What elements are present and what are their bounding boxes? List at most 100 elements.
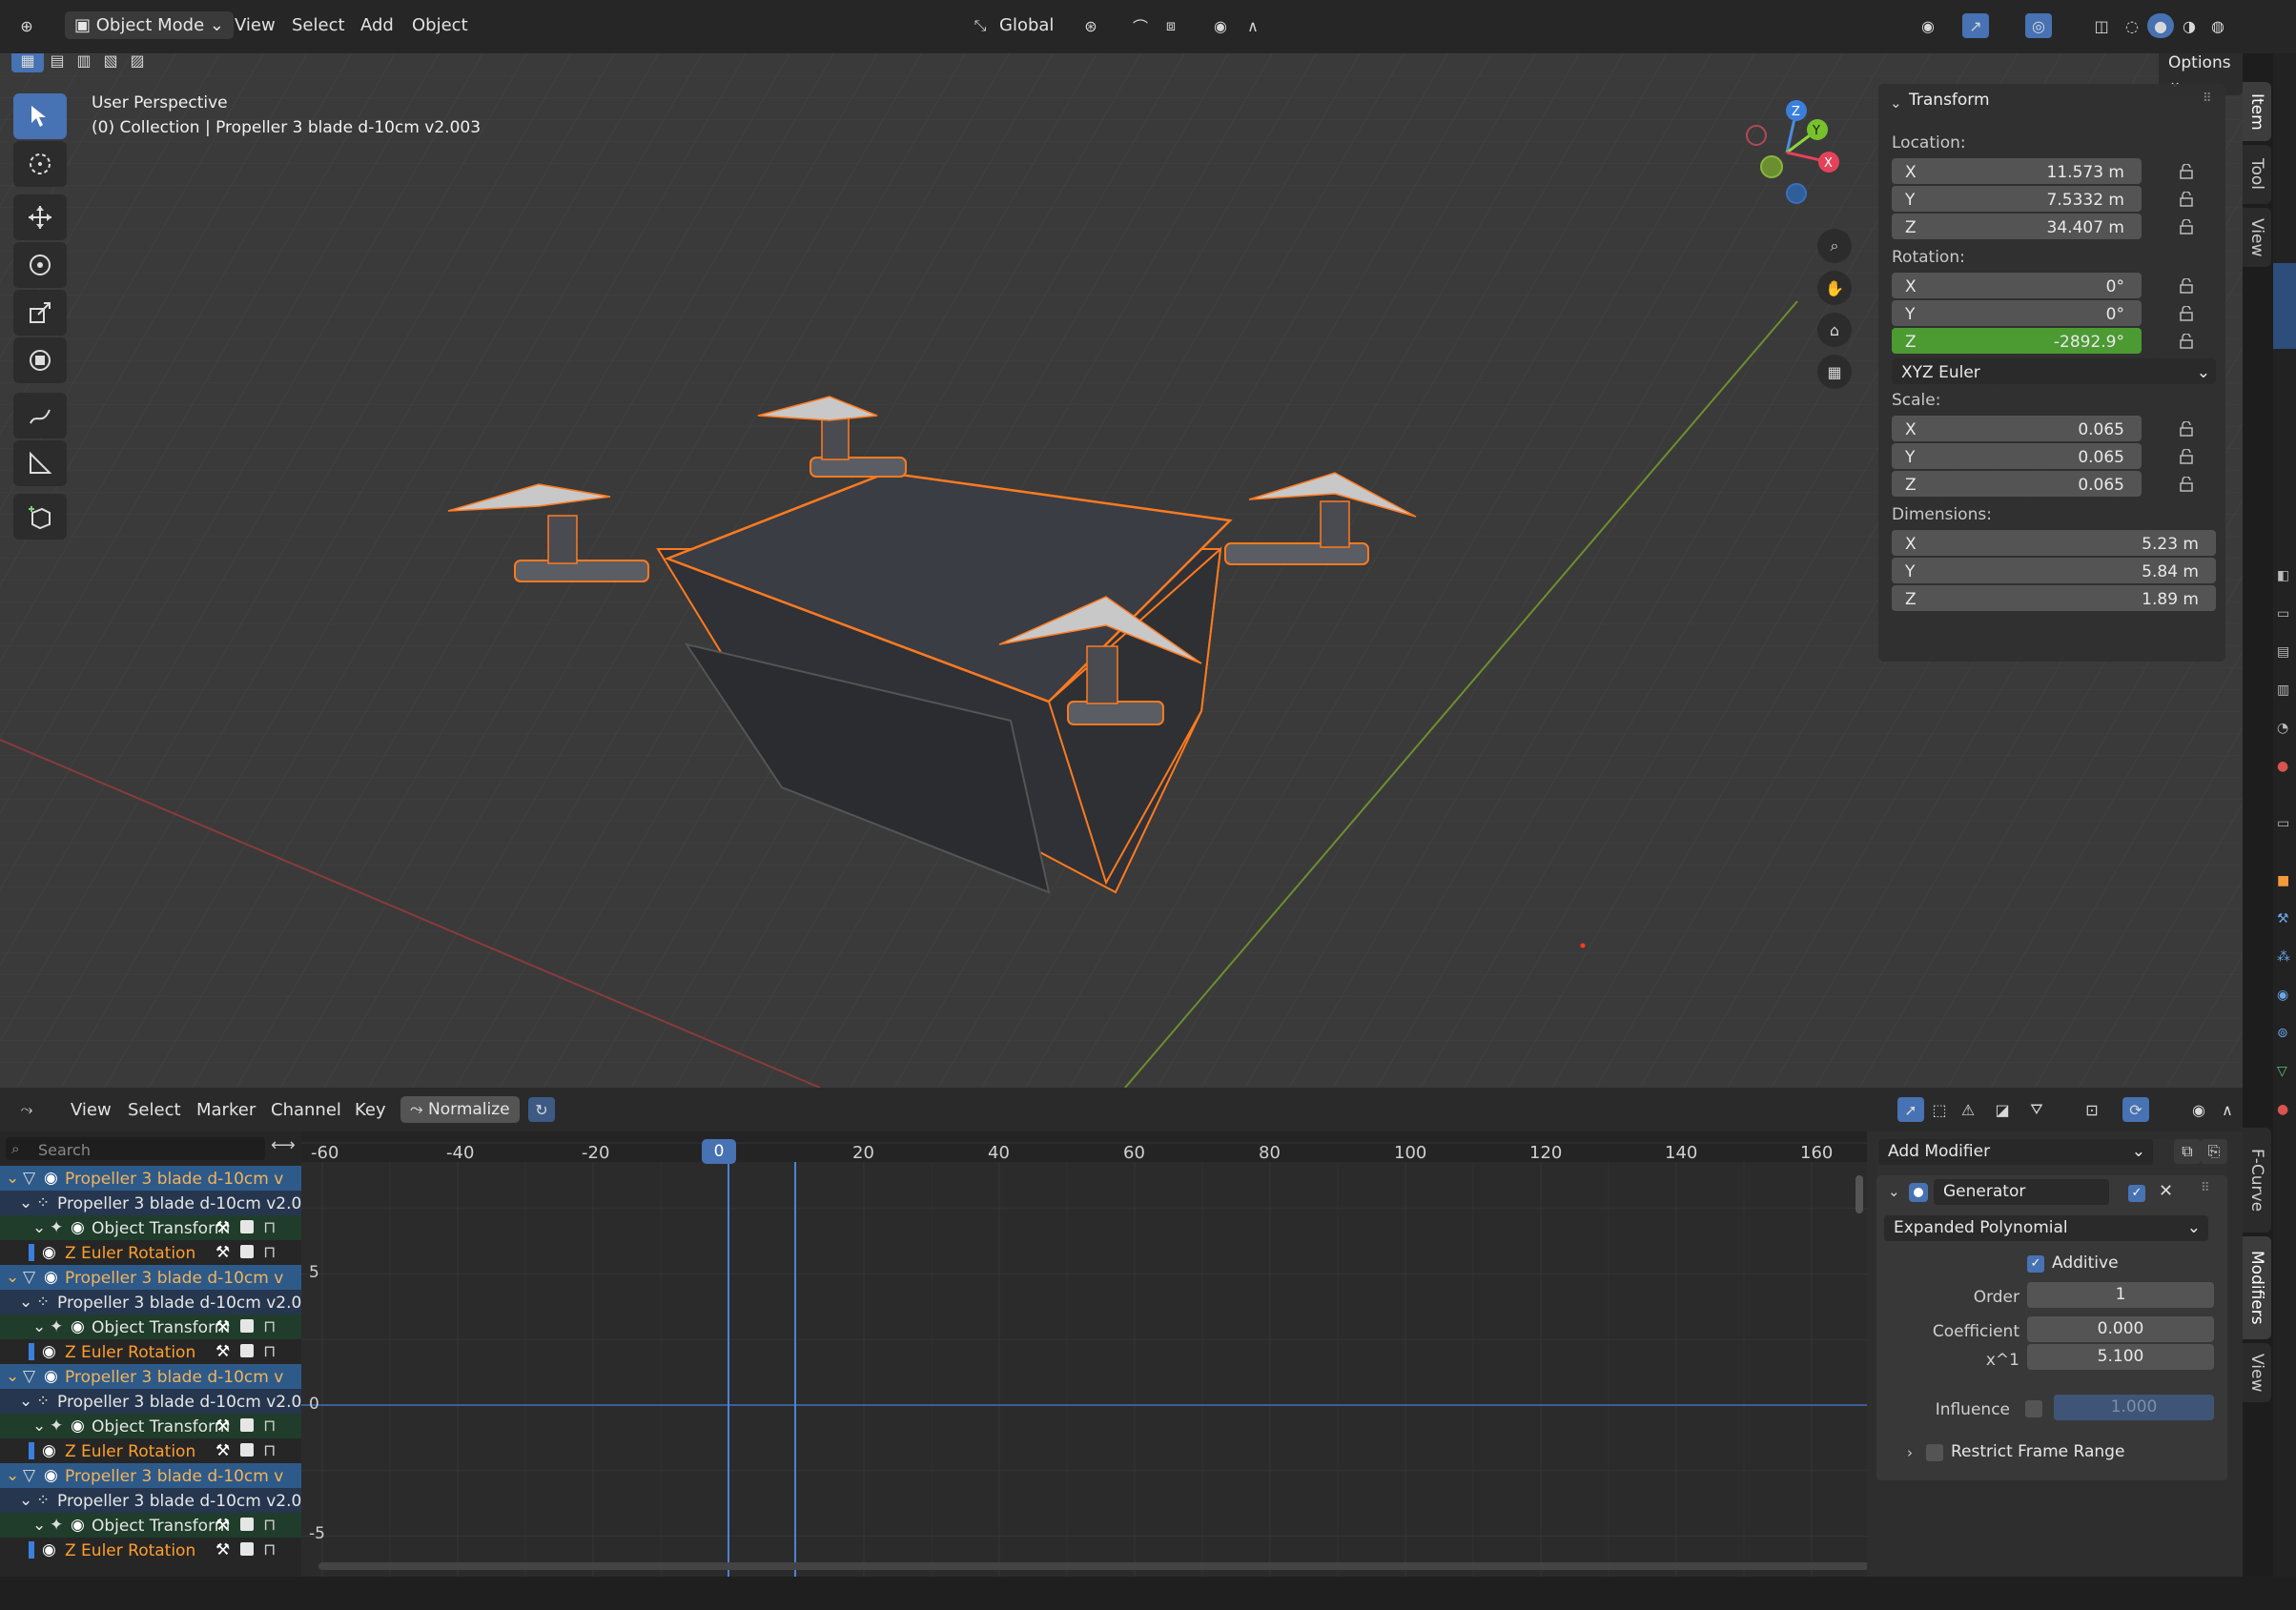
snap-target-icon[interactable]: ⧈	[1158, 13, 1184, 38]
wrench-icon[interactable]: ⚒	[215, 1441, 230, 1460]
falloff-icon[interactable]: ∧	[2214, 1097, 2241, 1122]
lock-icon[interactable]: ⊓	[263, 1218, 276, 1237]
menu-add[interactable]: Add	[360, 15, 394, 35]
dimensions-z-field[interactable]: Z 1.89 m	[1892, 585, 2216, 611]
rotate-tool[interactable]	[13, 242, 67, 288]
close-icon[interactable]: ✕	[2159, 1181, 2173, 1201]
group-channel-row[interactable]: ⌄ ✦ ◉ Object Transform ⚒ ⊓	[0, 1513, 301, 1538]
xray-icon[interactable]: ◫	[2088, 13, 2115, 38]
group-channel-row[interactable]: ⌄ ✦ ◉ Object Transform ⚒ ⊓	[0, 1314, 301, 1339]
drag-handle-icon[interactable]: ⠿	[2203, 92, 2212, 106]
wrench-icon[interactable]: ⚒	[215, 1342, 230, 1361]
fcurve-channel-row[interactable]: ◉ Z Euler Rotation ⚒ ⊓	[0, 1339, 301, 1364]
eye-icon[interactable]: ◉	[71, 1218, 85, 1237]
paste-modifiers-icon[interactable]: ⎘	[2201, 1139, 2227, 1164]
object-channel-row[interactable]: ⌄ ▽ ◉ Propeller 3 blade d-10cm v	[0, 1166, 301, 1191]
add-modifier-dropdown[interactable]: Add Modifier ⌄	[1878, 1139, 2153, 1165]
fcurve-channel-row[interactable]: ◉ Z Euler Rotation ⚒ ⊓	[0, 1538, 301, 1562]
mode-selector[interactable]: ▣ Object Mode ⌄	[65, 11, 234, 39]
scale-y-field[interactable]: Y 0.065	[1892, 443, 2142, 469]
menu-select[interactable]: Select	[292, 15, 345, 35]
menu-object[interactable]: Object	[412, 15, 468, 35]
influence-field[interactable]: 1.000	[2054, 1395, 2214, 1420]
rotation-x-field[interactable]: X 0°	[1892, 273, 2142, 298]
camera-view-icon[interactable]: ⌂	[1817, 313, 1852, 347]
dimensions-x-field[interactable]: X 5.23 m	[1892, 530, 2216, 556]
menu-select[interactable]: Select	[128, 1100, 181, 1120]
orientation-selector[interactable]: Global	[999, 15, 1054, 35]
wrench-icon[interactable]: ⚒	[215, 1516, 230, 1535]
only-errors-icon[interactable]: ⚠	[1955, 1097, 1981, 1122]
mute-checkbox[interactable]	[240, 1518, 254, 1531]
modifier-tab-icon[interactable]: ⚒	[2277, 911, 2289, 927]
pivot-icon[interactable]: ⊡	[2079, 1097, 2105, 1122]
eye-icon[interactable]: ◉	[42, 1540, 56, 1559]
wrench-icon[interactable]: ⚒	[215, 1218, 230, 1237]
eye-icon[interactable]: ◉	[71, 1416, 85, 1436]
wireframe-shading-icon[interactable]: ◌	[2119, 13, 2145, 38]
current-frame-indicator[interactable]: 0	[702, 1139, 736, 1164]
lock-icon[interactable]: ⊓	[263, 1243, 276, 1262]
lock-icon[interactable]: ⊓	[263, 1540, 276, 1559]
lock-icon[interactable]	[2178, 477, 2195, 492]
action-channel-row[interactable]: ⌄ ⁘ Propeller 3 blade d-10cm v2.00	[0, 1488, 301, 1513]
select-mode-intersect-icon[interactable]: ▨	[124, 53, 151, 72]
x1-coefficient-field[interactable]: 5.100	[2027, 1344, 2214, 1370]
swap-arrows-icon[interactable]: ⟷	[271, 1135, 296, 1155]
copy-modifiers-icon[interactable]: ⧉	[2174, 1139, 2201, 1164]
tab-item[interactable]: Item	[2243, 82, 2271, 141]
mute-checkbox[interactable]	[240, 1418, 254, 1432]
lock-icon[interactable]: ⊓	[263, 1342, 276, 1361]
expand-chevron-icon[interactable]: ⌄	[19, 1193, 32, 1213]
scale-z-field[interactable]: Z 0.065	[1892, 471, 2142, 497]
dimensions-y-field[interactable]: Y 5.84 m	[1892, 558, 2216, 583]
drag-handle-icon[interactable]: ⠿	[2201, 1181, 2210, 1195]
snap-icon[interactable]: ⌒	[1127, 13, 1154, 38]
rotation-y-field[interactable]: Y 0°	[1892, 300, 2142, 326]
filter-icon[interactable]: ⛛	[2023, 1097, 2050, 1122]
group-channel-row[interactable]: ⌄ ✦ ◉ Object Transform ⚒ ⊓	[0, 1215, 301, 1240]
navigation-gizmo[interactable]: Z Y X	[1735, 95, 1840, 210]
vertical-scrollbar[interactable]	[1855, 1175, 1863, 1213]
eye-icon[interactable]: ◉	[71, 1516, 85, 1535]
eye-icon[interactable]: ◉	[44, 1169, 58, 1188]
lock-icon[interactable]: ⊓	[263, 1416, 276, 1436]
collapse-chevron-icon[interactable]: ⌄	[1890, 94, 1902, 112]
proportional-edit-icon[interactable]: ◉	[1207, 13, 1234, 38]
object-channel-row[interactable]: ⌄ ▽ ◉ Propeller 3 blade d-10cm v	[0, 1364, 301, 1389]
view-layer-tab-icon[interactable]: ▥	[2277, 683, 2289, 698]
rotation-mode-dropdown[interactable]: XYZ Euler ⌄	[1892, 358, 2216, 384]
select-box-tool[interactable]	[13, 93, 67, 139]
particles-tab-icon[interactable]: ⁂	[2277, 949, 2290, 965]
collapse-chevron-icon[interactable]: ⌄	[1888, 1183, 1900, 1200]
material-shading-icon[interactable]: ◑	[2176, 13, 2203, 38]
annotate-tool[interactable]	[13, 393, 67, 438]
lock-icon[interactable]	[2178, 306, 2195, 321]
eye-icon[interactable]: ◉	[44, 1466, 58, 1485]
normalize-refresh-icon[interactable]: ↻	[528, 1097, 555, 1122]
pan-hand-icon[interactable]: ✋	[1817, 271, 1852, 305]
lock-icon[interactable]	[2178, 192, 2195, 207]
eye-icon[interactable]: ◉	[42, 1441, 56, 1460]
action-channel-row[interactable]: ⌄ ⁘ Propeller 3 blade d-10cm v2.00	[0, 1191, 301, 1215]
location-y-field[interactable]: Y 7.5332 m	[1892, 186, 2142, 212]
only-selected-icon[interactable]: ➚	[1897, 1097, 1924, 1122]
expand-chevron-icon[interactable]: ⌄	[19, 1293, 32, 1312]
proportional-edit-icon[interactable]: ◉	[2185, 1097, 2212, 1122]
measure-tool[interactable]	[13, 440, 67, 486]
ortho-grid-icon[interactable]: ▦	[1817, 355, 1852, 389]
expand-chevron-icon[interactable]: ›	[1907, 1444, 1913, 1461]
generator-mode-dropdown[interactable]: Expanded Polynomial ⌄	[1884, 1215, 2208, 1241]
editor-type-icon[interactable]: ⤳	[13, 1097, 40, 1122]
coefficient-field[interactable]: 0.000	[2027, 1316, 2214, 1342]
graph-canvas[interactable]	[301, 1131, 1867, 1577]
auto-snap-icon[interactable]: ⟳	[2122, 1097, 2149, 1122]
eye-icon[interactable]: ◉	[71, 1317, 85, 1336]
wrench-icon[interactable]: ⚒	[215, 1416, 230, 1436]
expand-chevron-icon[interactable]: ⌄	[6, 1367, 19, 1386]
lock-icon[interactable]: ⊓	[263, 1441, 276, 1460]
expand-chevron-icon[interactable]: ⌄	[19, 1392, 32, 1411]
select-mode-set-icon[interactable]: ▦	[11, 53, 44, 72]
lock-icon[interactable]	[2178, 449, 2195, 464]
lock-icon[interactable]	[2178, 219, 2195, 234]
